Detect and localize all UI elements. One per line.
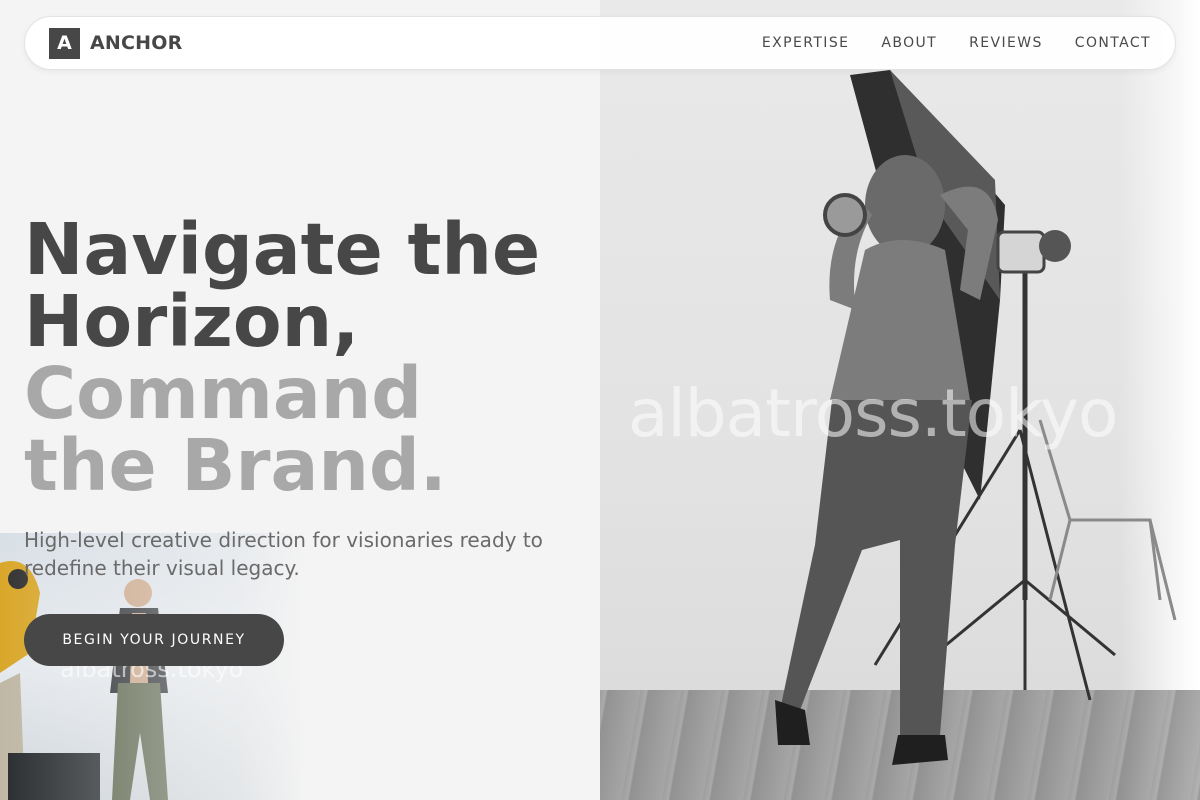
watermark-text: albatross.tokyo [628,375,1118,452]
top-navbar: A ANCHOR EXPERTISE ABOUT REVIEWS CONTACT [24,16,1176,70]
nav-links: EXPERTISE ABOUT REVIEWS CONTACT [762,35,1151,51]
hero-heading-line-muted: the Brand. [24,424,447,507]
brand-logo[interactable]: A ANCHOR [49,27,183,59]
logo-mark-icon: A [49,27,80,59]
nav-link-about[interactable]: ABOUT [881,35,937,51]
nav-link-reviews[interactable]: REVIEWS [969,35,1043,51]
nav-link-contact[interactable]: CONTACT [1075,35,1151,51]
nav-link-expertise[interactable]: EXPERTISE [762,35,849,51]
hero-subtitle: High-level creative direction for vision… [24,528,543,580]
hero-heading-line: Horizon, [24,280,360,363]
brand-name: ANCHOR [90,32,183,54]
hero-heading-line: Navigate the [24,208,541,291]
begin-journey-button[interactable]: BEGIN YOUR JOURNEY [24,614,284,666]
hero-heading-line-muted: Command [24,352,423,435]
hero-heading: Navigate the Horizon, Command the Brand. [24,214,540,502]
